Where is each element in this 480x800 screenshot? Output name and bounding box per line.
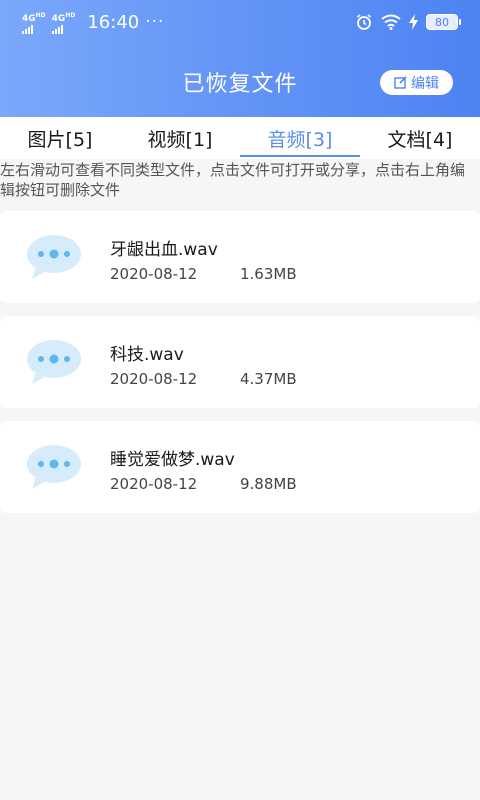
file-size: 1.63MB bbox=[240, 265, 297, 283]
file-item[interactable]: 科技.wav 2020-08-12 4.37MB bbox=[0, 316, 480, 408]
tab-images[interactable]: 图片[5] bbox=[0, 117, 120, 159]
battery-level: 80 bbox=[435, 15, 449, 29]
status-left: 4GHD 4GHD 16:40 ··· bbox=[22, 11, 164, 34]
tab-audio[interactable]: 音频[3] bbox=[240, 117, 360, 159]
speech-bubble-icon bbox=[27, 235, 81, 279]
wifi-icon bbox=[381, 14, 401, 30]
file-item[interactable]: 睡觉爱做梦.wav 2020-08-12 9.88MB bbox=[0, 421, 480, 513]
speech-bubble-icon bbox=[27, 340, 81, 384]
battery-icon: 80 bbox=[426, 14, 461, 30]
tab-label: 图片[5] bbox=[27, 128, 93, 151]
edit-button[interactable]: 编辑 bbox=[380, 70, 453, 95]
speech-bubble-icon bbox=[27, 445, 81, 489]
file-name: 牙龈出血.wav bbox=[110, 240, 218, 260]
file-date: 2020-08-12 bbox=[110, 475, 198, 493]
file-name: 睡觉爱做梦.wav bbox=[110, 450, 235, 470]
status-bar: 4GHD 4GHD 16:40 ··· 80 bbox=[0, 0, 480, 44]
tab-videos[interactable]: 视频[1] bbox=[120, 117, 240, 159]
tab-label: 视频[1] bbox=[147, 128, 213, 151]
alarm-icon bbox=[357, 14, 371, 30]
more-notifications-icon: ··· bbox=[145, 12, 165, 32]
file-date: 2020-08-12 bbox=[110, 370, 198, 388]
file-name: 科技.wav bbox=[110, 345, 184, 365]
usage-hint: 左右滑动可查看不同类型文件，点击文件可打开或分享，点击右上角编辑按钮可删除文件 bbox=[0, 161, 466, 199]
tab-label: 音频[3] bbox=[267, 128, 333, 151]
active-tab-indicator bbox=[240, 155, 360, 157]
edit-icon bbox=[394, 76, 407, 89]
network-signal-icon-2: 4GHD bbox=[51, 11, 75, 34]
tab-documents[interactable]: 文档[4] bbox=[360, 117, 480, 159]
network-signal-icon: 4GHD bbox=[22, 11, 46, 34]
file-size: 9.88MB bbox=[240, 475, 297, 493]
edit-button-label: 编辑 bbox=[411, 75, 439, 92]
file-type-tabs: 图片[5] 视频[1] 音频[3] 文档[4] bbox=[0, 117, 480, 159]
file-size: 4.37MB bbox=[240, 370, 297, 388]
file-item[interactable]: 牙龈出血.wav 2020-08-12 1.63MB bbox=[0, 211, 480, 303]
tab-label: 文档[4] bbox=[387, 128, 453, 151]
charging-icon bbox=[409, 14, 418, 30]
status-time: 16:40 bbox=[87, 11, 140, 33]
app-header: 4GHD 4GHD 16:40 ··· 80 已恢复文件 编辑 bbox=[0, 0, 480, 117]
status-right: 80 bbox=[355, 13, 461, 31]
file-date: 2020-08-12 bbox=[110, 265, 198, 283]
